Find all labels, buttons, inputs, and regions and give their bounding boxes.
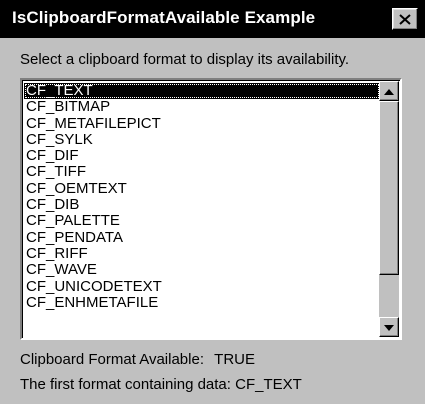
list-item[interactable]: CF_RIFF [24,245,380,262]
scroll-down-button[interactable] [379,317,399,337]
dialog-window: IsClipboardFormatAvailable Example Selec… [0,0,425,404]
list-item[interactable]: CF_DIF [24,148,380,164]
first-format-value: CF_TEXT [235,376,302,393]
list-item[interactable]: CF_OEMTEXT [24,180,380,197]
close-button[interactable] [392,8,418,30]
list-item[interactable]: CF_WAVE [24,262,380,278]
title-bar[interactable]: IsClipboardFormatAvailable Example [0,0,425,38]
first-format-status: The first format containing data: CF_TEX… [20,376,302,393]
availability-status: Clipboard Format Available: TRUE [20,351,255,368]
availability-value: TRUE [214,351,255,368]
list-item[interactable]: CF_TEXT [24,82,380,100]
clipboard-format-listbox[interactable]: CF_TEXT CF_BITMAP CF_METAFILEPICT CF_SYLK CF… [20,78,402,340]
list-item[interactable]: CF_SYLK [24,131,380,148]
scroll-thumb[interactable] [379,101,399,275]
triangle-down-icon [384,318,394,336]
list-item[interactable]: CF_BITMAP [24,99,380,115]
close-icon [399,13,411,25]
list-item[interactable]: CF_UNICODETEXT [24,278,380,295]
list-item[interactable]: CF_ENHMETAFILE [24,294,380,311]
list-item[interactable]: CF_DIB [24,196,380,213]
format-list[interactable]: CF_TEXT CF_BITMAP CF_METAFILEPICT CF_SYLK CF… [24,82,380,311]
list-item[interactable]: CF_PALETTE [24,213,380,229]
first-format-label: The first format containing data: [20,376,231,393]
triangle-up-icon [384,82,394,100]
window-title: IsClipboardFormatAvailable Example [12,8,316,27]
instruction-text: Select a clipboard format to display its… [20,51,350,68]
list-item[interactable]: CF_PENDATA [24,229,380,246]
scroll-up-button[interactable] [379,81,399,101]
list-item[interactable]: CF_TIFF [24,164,380,180]
list-item[interactable]: CF_METAFILEPICT [24,115,380,132]
availability-label: Clipboard Format Available: [20,351,204,368]
vertical-scrollbar[interactable] [379,81,399,337]
